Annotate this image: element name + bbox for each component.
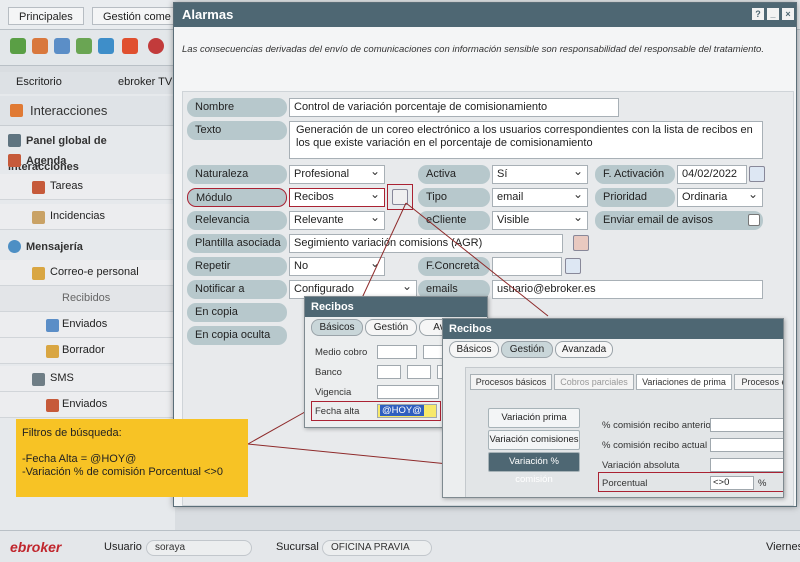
- comision-actual-input[interactable]: [710, 438, 783, 452]
- medio-cobro-label: Medio cobro: [315, 347, 368, 358]
- comision-anterior-input[interactable]: [710, 418, 783, 432]
- recibos-popup-gestion: Recibos Básicos Gestión Avanzada Proceso…: [442, 318, 784, 498]
- medio-cobro-input-2[interactable]: [423, 345, 443, 359]
- tab-basicos[interactable]: Básicos: [311, 319, 363, 336]
- note-line: -Fecha Alta = @HOY@: [22, 453, 137, 465]
- banco-label: Banco: [315, 367, 342, 378]
- porcentual-unit: %: [758, 478, 767, 489]
- banco-input-2[interactable]: [407, 365, 431, 379]
- variacion-prima-button[interactable]: Variación prima: [488, 408, 580, 428]
- tab-basicos[interactable]: Básicos: [449, 341, 499, 358]
- variacion-absoluta-input[interactable]: [710, 458, 783, 472]
- vigencia-input[interactable]: [377, 385, 439, 399]
- variacion-comisiones-button[interactable]: Variación comisiones: [488, 430, 580, 450]
- subtab-procesos-basicos[interactable]: Procesos básicos: [470, 374, 552, 390]
- note-title: Filtros de búsqueda:: [22, 427, 122, 439]
- note-line: -Variación % de comisión Porcentual <>0: [22, 466, 223, 478]
- medio-cobro-input[interactable]: [377, 345, 417, 359]
- porcentual-label: Porcentual: [602, 478, 648, 489]
- variacion-porcentaje-comision-button[interactable]: Variación % comisión: [488, 452, 580, 485]
- tab-gestion[interactable]: Gestión: [365, 319, 417, 336]
- fecha-alta-input[interactable]: @HOY@: [377, 404, 437, 418]
- gestion-panel: Procesos básicos Cobros parciales Variac…: [465, 367, 783, 497]
- tab-avanzada[interactable]: Avanzada: [555, 341, 613, 358]
- tab-gestion[interactable]: Gestión: [501, 341, 553, 358]
- porcentual-input[interactable]: <>0: [710, 476, 754, 490]
- popup-title: Recibos: [443, 319, 783, 339]
- vigencia-label: Vigencia: [315, 387, 352, 398]
- popup-title: Recibos: [305, 297, 487, 317]
- subtab-procesos-especiales[interactable]: Procesos e: [734, 374, 783, 390]
- comision-actual-label: % comisión recibo actual: [602, 440, 708, 451]
- connector-line: [247, 407, 313, 445]
- annotation-note: Filtros de búsqueda: -Fecha Alta = @HOY@…: [16, 419, 248, 497]
- connector-line: [361, 202, 407, 299]
- variacion-absoluta-label: Variación absoluta: [602, 460, 680, 471]
- banco-input[interactable]: [377, 365, 401, 379]
- fecha-alta-label: Fecha alta: [315, 406, 360, 417]
- comision-anterior-label: % comisión recibo anterior: [602, 420, 714, 431]
- subtab-cobros-parciales[interactable]: Cobros parciales: [554, 374, 634, 390]
- subtab-variaciones-prima[interactable]: Variaciones de prima: [636, 374, 732, 390]
